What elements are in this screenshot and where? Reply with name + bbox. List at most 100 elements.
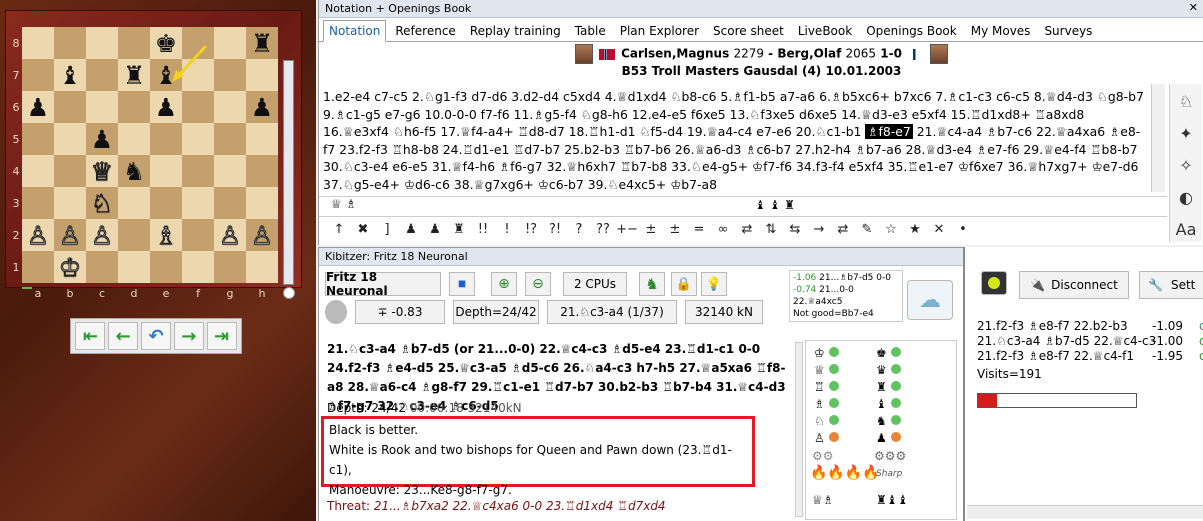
square-d7[interactable]: ♜: [118, 59, 150, 91]
square-f5[interactable]: [182, 123, 214, 155]
square-f2[interactable]: [182, 219, 214, 251]
tab-replay-training[interactable]: Replay training: [465, 21, 566, 41]
white-pawn-icon[interactable]: ♙: [218, 222, 241, 248]
annotation-symbol[interactable]: +−: [615, 222, 639, 237]
white-bishop-icon[interactable]: ♗: [154, 222, 177, 248]
square-d1[interactable]: [118, 251, 150, 283]
white-pawn-icon[interactable]: ♙: [250, 222, 273, 248]
tab-score-sheet[interactable]: Score sheet: [708, 21, 789, 41]
toolbar-tool-icon[interactable]: ♘: [1172, 88, 1200, 116]
square-a7[interactable]: [22, 59, 54, 91]
forward-icon[interactable]: →: [173, 322, 204, 350]
black-knight-icon[interactable]: ♞: [123, 159, 145, 184]
square-c3[interactable]: ♘: [86, 187, 118, 219]
back-icon[interactable]: ←: [108, 322, 139, 350]
square-d2[interactable]: [118, 219, 150, 251]
knight-icon[interactable]: ♞: [639, 272, 665, 296]
tab-my-moves[interactable]: My Moves: [966, 21, 1036, 41]
toolbar-tool-icon[interactable]: Aa: [1172, 216, 1200, 244]
square-c6[interactable]: [86, 91, 118, 123]
settings-button[interactable]: 🔧 Sett: [1139, 271, 1203, 299]
engine-status-icon[interactable]: [325, 300, 347, 324]
annotation-symbol[interactable]: ♟: [423, 222, 447, 237]
square-c4[interactable]: ♕: [86, 155, 118, 187]
square-d4[interactable]: ♞: [118, 155, 150, 187]
square-b7[interactable]: ♝: [54, 59, 86, 91]
square-b4[interactable]: [54, 155, 86, 187]
cpus-button[interactable]: 2 CPUs: [563, 272, 627, 296]
tab-surveys[interactable]: Surveys: [1039, 21, 1097, 41]
black-king-icon[interactable]: ♚: [155, 31, 177, 56]
white-king-icon[interactable]: ♔: [58, 254, 81, 280]
square-f4[interactable]: [182, 155, 214, 187]
move-list[interactable]: 1.e2-e4 c7-c5 2.♘g1-f3 d7-d6 3.d2-d4 c5x…: [323, 88, 1149, 192]
tab-plan-explorer[interactable]: Plan Explorer: [615, 21, 704, 41]
white-player[interactable]: Carlsen,Magnus: [621, 47, 729, 61]
square-b6[interactable]: [54, 91, 86, 123]
white-pawn-icon[interactable]: ♙: [26, 222, 49, 248]
horizontal-scrollbar[interactable]: [967, 505, 1203, 519]
square-h7[interactable]: [246, 59, 278, 91]
annotation-symbol[interactable]: →: [807, 222, 831, 237]
annotation-symbol[interactable]: ∞: [711, 222, 735, 237]
annotation-symbol[interactable]: ↑: [327, 222, 351, 237]
black-pawn-icon[interactable]: ♟: [251, 95, 273, 120]
toolbar-tool-icon[interactable]: ◐: [1172, 184, 1200, 212]
end-icon[interactable]: ⇥: [206, 322, 237, 350]
square-f7[interactable]: [182, 59, 214, 91]
square-e8[interactable]: ♚: [150, 27, 182, 59]
annotation-symbol[interactable]: ⇆: [783, 222, 807, 237]
square-c1[interactable]: [86, 251, 118, 283]
annotation-symbol[interactable]: !: [495, 222, 519, 237]
square-d8[interactable]: [118, 27, 150, 59]
disconnect-button[interactable]: 🔌 Disconnect: [1019, 271, 1129, 299]
annotation-symbol[interactable]: ✎: [855, 222, 879, 237]
annotation-symbol[interactable]: ⇅: [759, 222, 783, 237]
square-g3[interactable]: [214, 187, 246, 219]
start-icon[interactable]: ⇤: [75, 322, 106, 350]
zoom-out-icon[interactable]: ⊖: [525, 272, 551, 296]
square-a5[interactable]: [22, 123, 54, 155]
annotation-symbol[interactable]: !!: [471, 222, 495, 237]
square-h3[interactable]: [246, 187, 278, 219]
annotation-symbol[interactable]: ☆: [879, 222, 903, 237]
square-d3[interactable]: [118, 187, 150, 219]
engine-line[interactable]: 21.♘c3-a4 ♗b7-d5 22.♕c4-c3-1.00 de: [977, 334, 1203, 348]
square-a1[interactable]: [22, 251, 54, 283]
zoom-in-icon[interactable]: ⊕: [491, 272, 517, 296]
kibitzer-scrollbar[interactable]: [795, 342, 803, 517]
toolbar-tool-icon[interactable]: ✦: [1172, 120, 1200, 148]
square-g5[interactable]: [214, 123, 246, 155]
annotation-symbol[interactable]: ??: [591, 222, 615, 237]
annotation-symbol[interactable]: ★: [903, 222, 927, 237]
black-rook-icon[interactable]: ♜: [123, 63, 145, 88]
chess-board[interactable]: ♚ ♜ ♝ ♜ ♝ ♟ ♟ ♟ ♟ ♕ ♞ ♘ ♙ ♙ ♙ ♗ ♙ ♙ ♔: [22, 27, 278, 283]
annotation-symbol[interactable]: ?: [567, 222, 591, 237]
square-a6[interactable]: ♟: [22, 91, 54, 123]
square-a8[interactable]: [22, 27, 54, 59]
black-player[interactable]: Berg,Olaf: [777, 47, 841, 61]
tab-notation[interactable]: Notation: [323, 20, 387, 42]
lock-icon[interactable]: 🔒: [671, 272, 697, 296]
black-bishop-icon[interactable]: ♝: [59, 63, 81, 88]
square-g4[interactable]: [214, 155, 246, 187]
cloud-icon[interactable]: ☁: [907, 280, 953, 320]
black-pawn-icon[interactable]: ♟: [155, 95, 177, 120]
black-pawn-icon[interactable]: ♟: [91, 127, 113, 152]
black-pawn-icon[interactable]: ♟: [27, 95, 49, 120]
black-rook-icon[interactable]: ♜: [251, 31, 273, 56]
square-b8[interactable]: [54, 27, 86, 59]
annotation-symbol[interactable]: ?!: [543, 222, 567, 237]
square-h8[interactable]: ♜: [246, 27, 278, 59]
square-e2[interactable]: ♗: [150, 219, 182, 251]
square-e5[interactable]: [150, 123, 182, 155]
annotation-symbol[interactable]: ]: [375, 222, 399, 237]
hint-icon[interactable]: 💡: [701, 272, 727, 296]
square-e6[interactable]: ♟: [150, 91, 182, 123]
square-f8[interactable]: [182, 27, 214, 59]
square-g8[interactable]: [214, 27, 246, 59]
white-queen-icon[interactable]: ♕: [90, 158, 113, 184]
square-d5[interactable]: [118, 123, 150, 155]
square-h2[interactable]: ♙: [246, 219, 278, 251]
square-g6[interactable]: [214, 91, 246, 123]
